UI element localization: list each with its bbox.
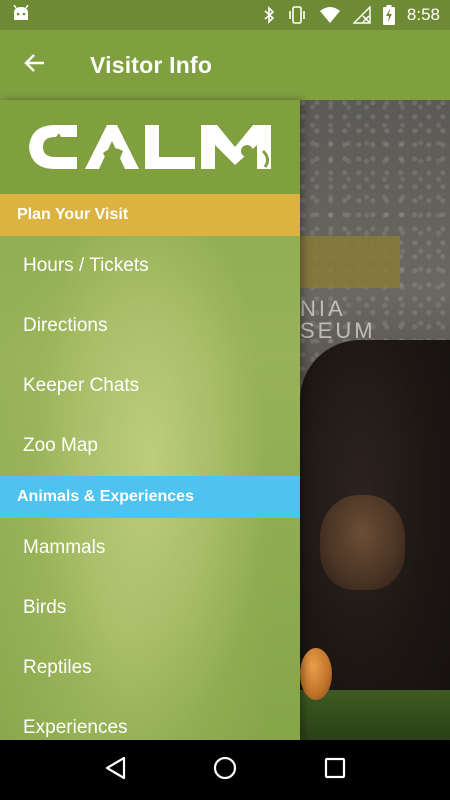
no-signal-icon	[352, 6, 371, 24]
nav-item-hours-tickets[interactable]: Hours / Tickets	[0, 236, 300, 296]
nav-item-keeper-chats[interactable]: Keeper Chats	[0, 356, 300, 416]
calm-logo-graphic	[29, 125, 271, 169]
wifi-icon	[319, 6, 341, 24]
museum-sign: NIA SEUM	[300, 236, 440, 346]
status-bar: 8:58	[0, 0, 450, 30]
nav-item-directions[interactable]: Directions	[0, 296, 300, 356]
fruit	[300, 648, 332, 700]
vibrate-icon	[287, 6, 307, 24]
section-header-animals-experiences: Animals & Experiences	[0, 476, 300, 518]
back-triangle-icon	[104, 756, 126, 785]
calm-logo	[27, 121, 273, 173]
home-circle-icon	[213, 756, 237, 785]
navigation-drawer: Plan Your Visit Hours / Tickets Directio…	[0, 100, 300, 740]
system-home-button[interactable]	[200, 745, 250, 795]
nav-item-experiences[interactable]: Experiences	[0, 698, 300, 740]
android-icon	[12, 4, 30, 26]
nav-item-mammals[interactable]: Mammals	[0, 518, 300, 578]
nav-item-birds[interactable]: Birds	[0, 578, 300, 638]
page-title: Visitor Info	[90, 51, 213, 78]
app-bar: Visitor Info	[0, 30, 450, 100]
clock-time: 8:58	[406, 5, 440, 24]
system-nav-bar	[0, 740, 450, 800]
drawer-header	[0, 100, 300, 194]
bluetooth-icon	[263, 6, 275, 24]
back-button[interactable]	[0, 30, 70, 100]
section-header-plan-your-visit: Plan Your Visit	[0, 194, 300, 236]
arrow-left-icon	[23, 51, 47, 80]
battery-charging-icon	[382, 5, 395, 25]
bear-snout	[320, 495, 405, 590]
system-back-button[interactable]	[90, 745, 140, 795]
system-recents-button[interactable]	[310, 745, 360, 795]
nav-item-reptiles[interactable]: Reptiles	[0, 638, 300, 698]
nav-item-zoo-map[interactable]: Zoo Map	[0, 416, 300, 476]
recents-square-icon	[324, 757, 346, 784]
